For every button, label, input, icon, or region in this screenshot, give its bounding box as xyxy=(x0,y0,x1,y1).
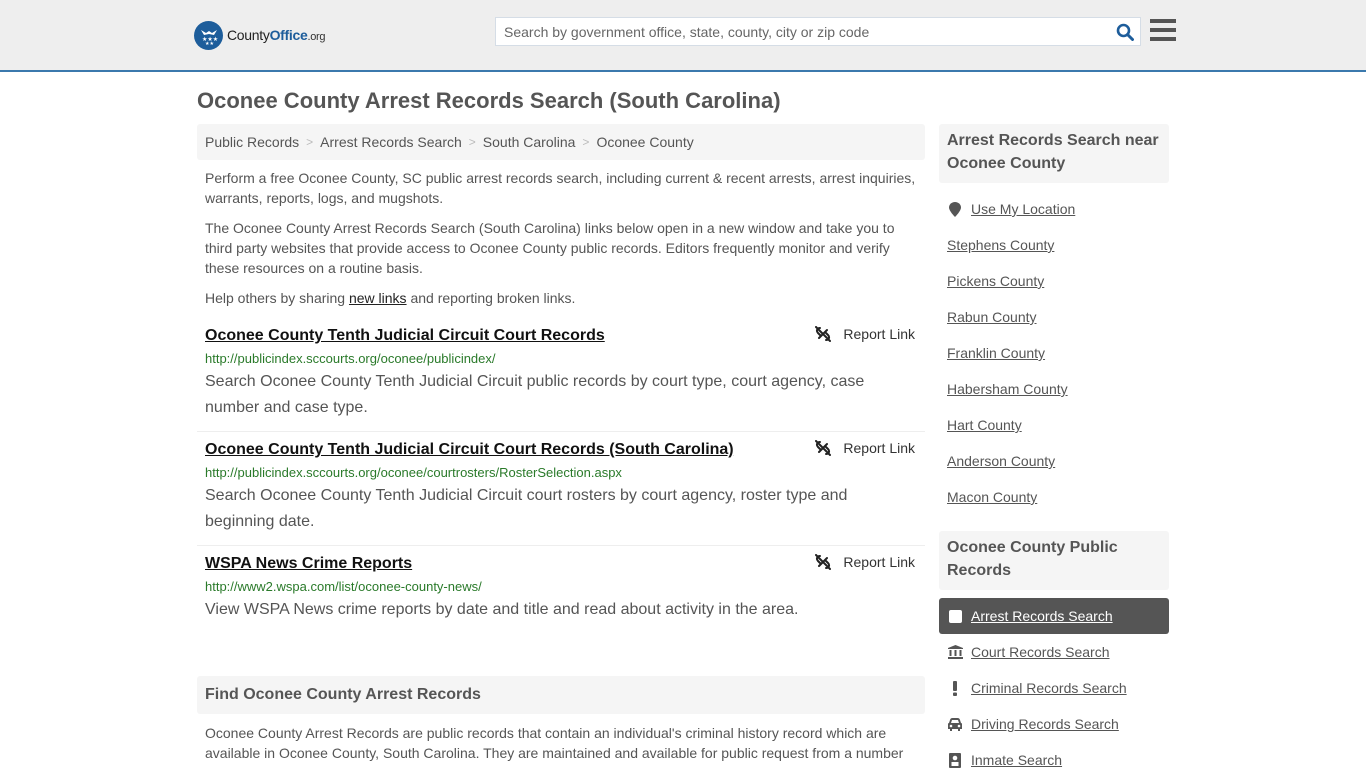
breadcrumb-separator-icon: > xyxy=(306,135,314,149)
page-title: Oconee County Arrest Records Search (Sou… xyxy=(197,88,781,113)
broken-link-icon xyxy=(815,440,832,456)
public-records-item-arrest-records[interactable]: Arrest Records Search xyxy=(939,598,1169,634)
result-description: Search Oconee County Tenth Judicial Circ… xyxy=(205,487,848,530)
report-link-button[interactable]: Report Link xyxy=(815,326,915,342)
result-url: http://publicindex.sccourts.org/oconee/c… xyxy=(205,465,622,480)
search-icon xyxy=(1116,23,1134,41)
nearby-county-link[interactable]: Rabun County xyxy=(947,309,1037,325)
report-link-button[interactable]: Report Link xyxy=(815,554,915,570)
map-marker-icon xyxy=(947,201,963,217)
car-icon xyxy=(947,717,963,731)
breadcrumb: Public Records > Arrest Records Search >… xyxy=(197,124,925,160)
exclamation-icon xyxy=(947,680,963,696)
site-search xyxy=(495,17,1141,46)
search-input[interactable] xyxy=(496,18,1110,45)
use-my-location-link[interactable]: Use My Location xyxy=(971,201,1075,217)
report-link-button[interactable]: Report Link xyxy=(815,440,915,456)
svg-text:★★: ★★ xyxy=(205,41,214,46)
broken-link-icon xyxy=(815,326,832,342)
results-list: Oconee County Tenth Judicial Circuit Cou… xyxy=(197,318,925,633)
public-records-item-court-records[interactable]: Court Records Search xyxy=(939,634,1169,670)
nearby-county-item[interactable]: Rabun County xyxy=(939,299,1169,335)
use-my-location-item[interactable]: Use My Location xyxy=(939,191,1169,227)
sidebar: Arrest Records Search near Oconee County… xyxy=(939,124,1169,784)
public-records-list: Arrest Records Search Court Records Sear… xyxy=(939,590,1169,784)
square-icon xyxy=(947,609,963,623)
nearby-county-item[interactable]: Stephens County xyxy=(939,227,1169,263)
result-url: http://publicindex.sccourts.org/oconee/p… xyxy=(205,351,496,366)
result-item: WSPA News Crime Reports Report Link http… xyxy=(197,546,925,633)
result-title-link[interactable]: Oconee County Tenth Judicial Circuit Cou… xyxy=(205,439,734,461)
result-description: Search Oconee County Tenth Judicial Circ… xyxy=(205,373,865,416)
result-title-link[interactable]: Oconee County Tenth Judicial Circuit Cou… xyxy=(205,325,605,347)
breadcrumb-public-records[interactable]: Public Records xyxy=(205,134,299,150)
breadcrumb-separator-icon: > xyxy=(582,135,590,149)
result-title-link[interactable]: WSPA News Crime Reports xyxy=(205,553,412,575)
site-header: ★★★ ★★ CountyOffice.org xyxy=(0,0,1366,72)
breadcrumb-separator-icon: > xyxy=(468,135,476,149)
nearby-county-link[interactable]: Anderson County xyxy=(947,453,1055,469)
result-url: http://www2.wspa.com/list/oconee-county-… xyxy=(205,579,482,594)
nearby-county-link[interactable]: Habersham County xyxy=(947,381,1068,397)
public-records-link[interactable]: Inmate Search xyxy=(971,752,1062,768)
courthouse-icon xyxy=(947,645,963,659)
eagle-stars-badge-icon: ★★★ ★★ xyxy=(194,20,223,50)
nearby-county-link[interactable]: Pickens County xyxy=(947,273,1044,289)
nearby-county-item[interactable]: Hart County xyxy=(939,407,1169,443)
breadcrumb-south-carolina[interactable]: South Carolina xyxy=(483,134,576,150)
breadcrumb-arrest-records-search[interactable]: Arrest Records Search xyxy=(320,134,462,150)
nearby-heading: Arrest Records Search near Oconee County xyxy=(939,124,1169,183)
intro-paragraph: Perform a free Oconee County, SC public … xyxy=(205,170,916,206)
main-content: Public Records > Arrest Records Search >… xyxy=(197,124,925,633)
result-item: Oconee County Tenth Judicial Circuit Cou… xyxy=(197,432,925,546)
result-item: Oconee County Tenth Judicial Circuit Cou… xyxy=(197,318,925,432)
hamburger-menu-icon[interactable] xyxy=(1150,19,1176,41)
public-records-item-driving-records[interactable]: Driving Records Search xyxy=(939,706,1169,742)
nearby-county-item[interactable]: Macon County xyxy=(939,479,1169,515)
broken-link-icon xyxy=(815,554,832,570)
nearby-county-item[interactable]: Franklin County xyxy=(939,335,1169,371)
search-button[interactable] xyxy=(1110,18,1140,46)
public-records-item-inmate-search[interactable]: Inmate Search xyxy=(939,742,1169,778)
public-records-link[interactable]: Criminal Records Search xyxy=(971,680,1127,696)
public-records-link[interactable]: Court Records Search xyxy=(971,644,1110,660)
new-links-link[interactable]: new links xyxy=(349,290,407,306)
site-logo[interactable]: ★★★ ★★ CountyOffice.org xyxy=(194,20,326,50)
nearby-county-item[interactable]: Habersham County xyxy=(939,371,1169,407)
public-records-item-criminal-records[interactable]: Criminal Records Search xyxy=(939,670,1169,706)
public-records-link[interactable]: Driving Records Search xyxy=(971,716,1119,732)
intro-paragraph: The Oconee County Arrest Records Search … xyxy=(205,220,895,276)
public-records-heading: Oconee County Public Records xyxy=(939,531,1169,590)
breadcrumb-oconee-county[interactable]: Oconee County xyxy=(596,134,693,150)
nearby-county-item[interactable]: Pickens County xyxy=(939,263,1169,299)
nearby-county-link[interactable]: Macon County xyxy=(947,489,1037,505)
result-description: View WSPA News crime reports by date and… xyxy=(205,601,799,618)
nearby-county-link[interactable]: Hart County xyxy=(947,417,1022,433)
find-records-text: Oconee County Arrest Records are public … xyxy=(205,725,904,761)
find-records-heading: Find Oconee County Arrest Records xyxy=(197,676,925,714)
intro-text: Perform a free Oconee County, SC public … xyxy=(197,160,925,308)
public-records-link[interactable]: Arrest Records Search xyxy=(971,608,1113,624)
share-links-paragraph: Help others by sharing new links and rep… xyxy=(205,290,576,306)
site-logo-text: CountyOffice.org xyxy=(227,27,326,43)
inmate-icon xyxy=(947,752,963,768)
nearby-list: Use My Location Stephens County Pickens … xyxy=(939,183,1169,521)
nearby-county-item[interactable]: Anderson County xyxy=(939,443,1169,479)
nearby-county-link[interactable]: Franklin County xyxy=(947,345,1045,361)
nearby-county-link[interactable]: Stephens County xyxy=(947,237,1054,253)
